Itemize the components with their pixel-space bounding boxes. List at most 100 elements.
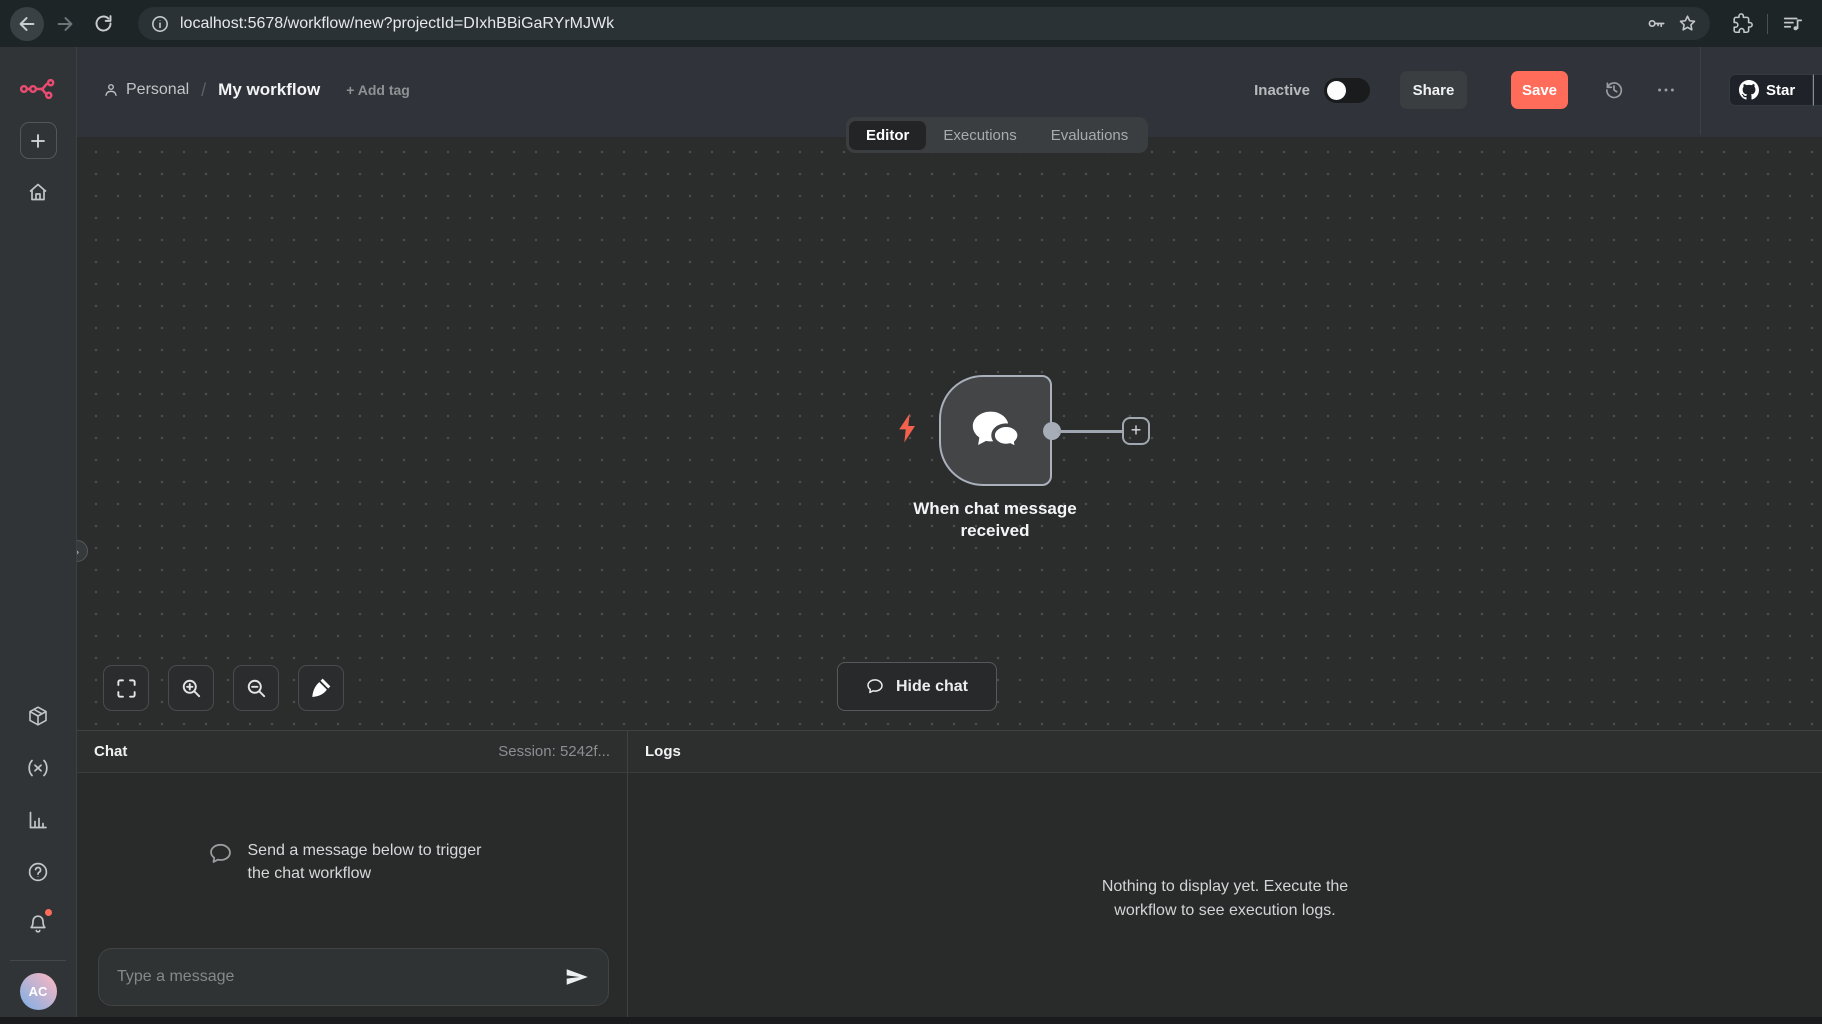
chat-empty-text: Send a message below to trigger the chat… [248, 839, 498, 885]
share-button[interactable]: Share [1400, 71, 1467, 109]
extensions-icon[interactable] [1732, 13, 1753, 34]
header-actions: Inactive Share Save Star [1254, 47, 1822, 133]
chat-panel-header: Chat Session: 5242f... [77, 731, 627, 773]
chat-panel: Chat Session: 5242f... Send a message be… [77, 731, 628, 1024]
tab-evaluations[interactable]: Evaluations [1034, 121, 1146, 150]
chat-trigger-icon [967, 402, 1025, 460]
home-icon [26, 180, 50, 204]
sidebar-item-variables[interactable] [19, 749, 57, 787]
github-star-count-stub [1813, 74, 1822, 106]
tab-executions[interactable]: Executions [926, 121, 1033, 150]
history-icon [1603, 79, 1625, 101]
chat-bubble-icon [207, 841, 234, 885]
logs-empty-text: Nothing to display yet. Execute the work… [1083, 875, 1368, 921]
logs-panel-header: Logs [628, 731, 1822, 773]
user-icon [103, 82, 119, 98]
url-text[interactable]: localhost:5678/workflow/new?projectId=DI… [180, 15, 1636, 33]
site-info-icon[interactable] [150, 14, 170, 34]
sidebar: AC [0, 47, 77, 1024]
sidebar-item-overview[interactable] [19, 173, 57, 211]
browser-back-button[interactable] [10, 7, 44, 41]
n8n-logo[interactable] [19, 70, 57, 108]
main-area: Personal / My workflow + Add tag Inactiv… [77, 47, 1822, 1024]
address-bar[interactable]: localhost:5678/workflow/new?projectId=DI… [138, 7, 1710, 40]
trigger-bolt-icon [891, 411, 925, 445]
plus-icon [30, 133, 46, 149]
plus-icon: + [1131, 421, 1142, 439]
canvas-controls [103, 665, 344, 711]
logs-panel: Logs Nothing to display yet. Execute the… [628, 731, 1822, 1024]
zoom-in-button[interactable] [168, 665, 214, 711]
sidebar-item-templates[interactable] [19, 697, 57, 735]
sidebar-item-help[interactable] [19, 853, 57, 891]
window-bottom-edge [0, 1017, 1822, 1024]
tidy-up-button[interactable] [298, 665, 344, 711]
help-icon [26, 860, 50, 884]
view-tabs: Editor Executions Evaluations [846, 117, 1148, 153]
logs-panel-title: Logs [645, 743, 681, 760]
node-label[interactable]: When chat message received [885, 498, 1105, 542]
logs-panel-body: Nothing to display yet. Execute the work… [628, 773, 1822, 1024]
chat-input[interactable] [117, 968, 564, 986]
templates-icon [26, 704, 50, 728]
password-key-icon[interactable] [1646, 13, 1667, 34]
notification-dot [45, 909, 52, 916]
breadcrumb-separator: / [201, 80, 206, 101]
chat-empty-state: Send a message below to trigger the chat… [77, 773, 627, 885]
breadcrumb-project-label: Personal [126, 81, 189, 99]
workflow-title[interactable]: My workflow [218, 80, 320, 100]
media-controls-icon[interactable] [1782, 13, 1804, 35]
breadcrumb: Personal / My workflow + Add tag [103, 80, 410, 101]
reload-icon [93, 13, 114, 34]
activation-status-label: Inactive [1254, 82, 1310, 99]
breadcrumb-project[interactable]: Personal [103, 81, 189, 99]
zoom-out-icon [245, 677, 268, 700]
browser-reload-button[interactable] [86, 7, 120, 41]
sidebar-item-notifications[interactable] [19, 905, 57, 943]
zoom-in-icon [180, 677, 203, 700]
tidy-up-icon [310, 677, 332, 699]
add-workflow-button[interactable] [20, 122, 57, 159]
forward-icon [54, 13, 76, 35]
tab-editor[interactable]: Editor [849, 121, 926, 150]
connection-line [1057, 430, 1123, 433]
hide-chat-label: Hide chat [896, 678, 968, 696]
github-icon [1739, 80, 1759, 100]
github-star-widget: Star [1701, 47, 1822, 133]
send-button[interactable] [564, 964, 590, 990]
bottom-panel: Chat Session: 5242f... Send a message be… [77, 730, 1822, 1024]
github-star-button[interactable]: Star [1729, 74, 1813, 106]
session-badge: Session: 5242f... [498, 743, 610, 760]
add-tag-button[interactable]: + Add tag [346, 82, 410, 98]
n8n-app: AC Personal / My workflow + Add tag Inac… [0, 47, 1822, 1024]
variables-icon [25, 756, 51, 780]
toggle-knob [1327, 81, 1346, 100]
chat-trigger-node[interactable] [939, 375, 1052, 486]
browser-forward-button[interactable] [48, 7, 82, 41]
back-icon [16, 13, 38, 35]
activation-toggle[interactable] [1324, 78, 1370, 103]
zoom-out-button[interactable] [233, 665, 279, 711]
fit-view-icon [115, 677, 138, 700]
chat-panel-title: Chat [94, 743, 127, 760]
chat-panel-body: Send a message below to trigger the chat… [77, 773, 627, 1024]
bookmark-star-icon[interactable] [1677, 13, 1698, 34]
add-node-button[interactable]: + [1122, 417, 1150, 445]
browser-toolbar: localhost:5678/workflow/new?projectId=DI… [0, 0, 1822, 47]
workflow-history-button[interactable] [1594, 79, 1634, 101]
user-avatar[interactable]: AC [20, 973, 57, 1010]
sidebar-divider [10, 960, 66, 961]
insights-icon [26, 808, 50, 832]
fit-view-button[interactable] [103, 665, 149, 711]
chat-input-row [98, 948, 609, 1006]
workflow-canvas[interactable]: › + When chat message received [77, 137, 1822, 730]
ellipsis-icon [1655, 79, 1677, 101]
hide-chat-button[interactable]: Hide chat [837, 662, 997, 711]
save-button[interactable]: Save [1511, 71, 1568, 109]
github-star-label: Star [1766, 82, 1795, 99]
chat-bubble-icon [865, 677, 885, 697]
toolbar-divider [1767, 14, 1768, 34]
sidebar-item-insights[interactable] [19, 801, 57, 839]
browser-actions [1724, 13, 1812, 35]
more-options-button[interactable] [1646, 79, 1686, 101]
